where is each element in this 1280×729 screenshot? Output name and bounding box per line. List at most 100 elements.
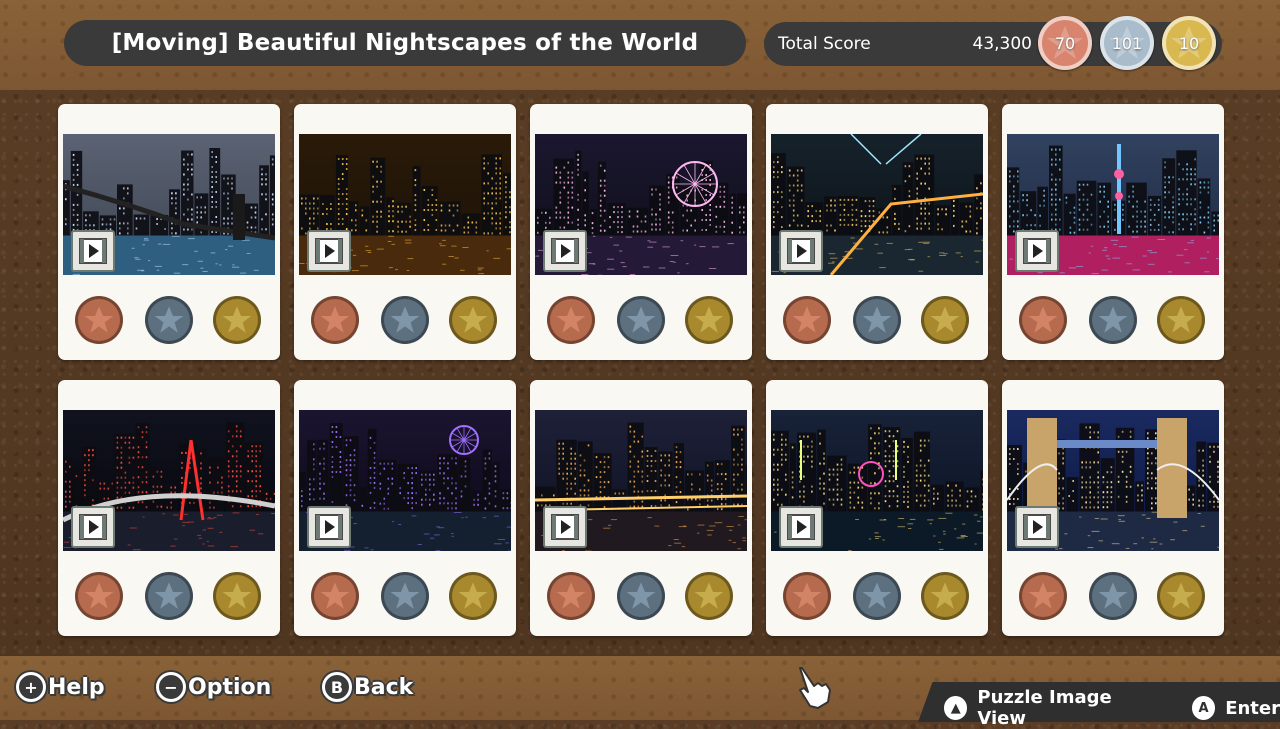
medal-slots [294, 294, 516, 346]
total-score-value: 43,300 [973, 34, 1032, 54]
minus-icon: − [156, 672, 186, 702]
back-button[interactable]: B Back [322, 672, 413, 702]
bronze-medal-slot [783, 572, 831, 620]
gold-medal-slot [1157, 572, 1205, 620]
silver-star-icon [625, 580, 657, 612]
silver-star-icon [625, 304, 657, 336]
puzzle-thumbnail-tv-tower-riverfront [1007, 134, 1219, 275]
plus-icon: + [16, 672, 46, 702]
gold-star-icon [1165, 580, 1197, 612]
puzzle-thumbnail-ferris-wheel-harbor [535, 134, 747, 275]
back-label: Back [354, 675, 413, 700]
gold-star-icon [457, 580, 489, 612]
puzzle-thumbnail-bridge-skyline-dusk [63, 134, 275, 275]
medal-slots [766, 294, 988, 346]
film-play-icon [1015, 230, 1059, 272]
silver-star-icon [389, 304, 421, 336]
option-label: Option [188, 675, 271, 700]
medal-slots [58, 294, 280, 346]
gold-medal-slot [213, 296, 261, 344]
medal-slots [766, 570, 988, 622]
silver-medal-slot [1089, 572, 1137, 620]
puzzle-card[interactable] [530, 380, 752, 636]
puzzle-thumbnail-harbor-bridges-fireworks [771, 410, 983, 551]
silver-medal-slot [381, 296, 429, 344]
bronze-medal-slot [1019, 296, 1067, 344]
puzzle-thumbnail-waterfront-ferris-wheel [299, 410, 511, 551]
film-play-icon [307, 230, 351, 272]
silver-star-icon [861, 304, 893, 336]
silver-medal-slot [853, 572, 901, 620]
enter-button[interactable]: Enter [1225, 698, 1280, 719]
bronze-medal-slot [547, 296, 595, 344]
film-play-icon [71, 506, 115, 548]
silver-star-icon [1097, 304, 1129, 336]
puzzle-image-view-button[interactable]: Puzzle Image View [977, 687, 1161, 729]
gold-star-icon [221, 580, 253, 612]
silver-medal-slot [1089, 296, 1137, 344]
silver-star-icon [389, 580, 421, 612]
film-play-icon [543, 506, 587, 548]
bronze-star-icon [319, 580, 351, 612]
silver-medal-slot [145, 572, 193, 620]
album-title: [Moving] Beautiful Nightscapes of the Wo… [112, 30, 699, 56]
bronze-star-icon [1027, 304, 1059, 336]
silver-medal-slot [145, 296, 193, 344]
puzzle-thumbnail-marina-light-beams [771, 134, 983, 275]
puzzle-card[interactable] [1002, 104, 1224, 360]
bronze-star-icon [319, 304, 351, 336]
puzzle-card[interactable] [294, 104, 516, 360]
silver-star-icon [153, 580, 185, 612]
bronze-star-icon [555, 304, 587, 336]
triangle-button-icon: ▲ [944, 696, 967, 720]
film-play-icon [1015, 506, 1059, 548]
bronze-medal-count: 70 [1038, 16, 1092, 70]
bronze-star-icon [1027, 580, 1059, 612]
bronze-medal-slot [1019, 572, 1067, 620]
medal-slots [530, 294, 752, 346]
puzzle-card[interactable] [58, 104, 280, 360]
puzzle-card[interactable] [530, 104, 752, 360]
medal-slots [530, 570, 752, 622]
gold-medal-slot [921, 572, 969, 620]
puzzle-card[interactable] [294, 380, 516, 636]
b-button-icon: B [322, 672, 352, 702]
album-title-bar: [Moving] Beautiful Nightscapes of the Wo… [64, 20, 746, 66]
medal-slots [58, 570, 280, 622]
bronze-star-icon [555, 580, 587, 612]
bronze-medal-slot [783, 296, 831, 344]
gold-star-icon [221, 304, 253, 336]
gold-star-icon [693, 304, 725, 336]
help-button[interactable]: + Help [16, 672, 105, 702]
silver-medal-slot [853, 296, 901, 344]
gold-star-icon [693, 580, 725, 612]
bronze-medal-slot [311, 572, 359, 620]
hand-cursor-icon [792, 664, 834, 710]
gold-star-icon [1165, 304, 1197, 336]
film-play-icon [779, 230, 823, 272]
a-button-icon: A [1192, 696, 1215, 720]
option-button[interactable]: − Option [156, 672, 271, 702]
film-play-icon [779, 506, 823, 548]
film-play-icon [543, 230, 587, 272]
film-play-icon [71, 230, 115, 272]
action-hints: ▲ Puzzle Image View A Enter [944, 687, 1280, 729]
film-play-icon [307, 506, 351, 548]
gold-medal-slot [1157, 296, 1205, 344]
puzzle-card[interactable] [766, 104, 988, 360]
silver-medal-slot [381, 572, 429, 620]
gold-star-icon [457, 304, 489, 336]
puzzle-card[interactable] [58, 380, 280, 636]
puzzle-card[interactable] [1002, 380, 1224, 636]
silver-medal-slot [617, 572, 665, 620]
puzzle-thumbnail-tower-bridge [1007, 410, 1219, 551]
bronze-star-icon [791, 580, 823, 612]
puzzle-card[interactable] [766, 380, 988, 636]
gold-medal-slot [921, 296, 969, 344]
medal-slots [1002, 570, 1224, 622]
help-label: Help [48, 675, 105, 700]
bronze-medal-slot [75, 296, 123, 344]
bronze-medal-slot [311, 296, 359, 344]
gold-star-icon [929, 304, 961, 336]
silver-star-icon [861, 580, 893, 612]
